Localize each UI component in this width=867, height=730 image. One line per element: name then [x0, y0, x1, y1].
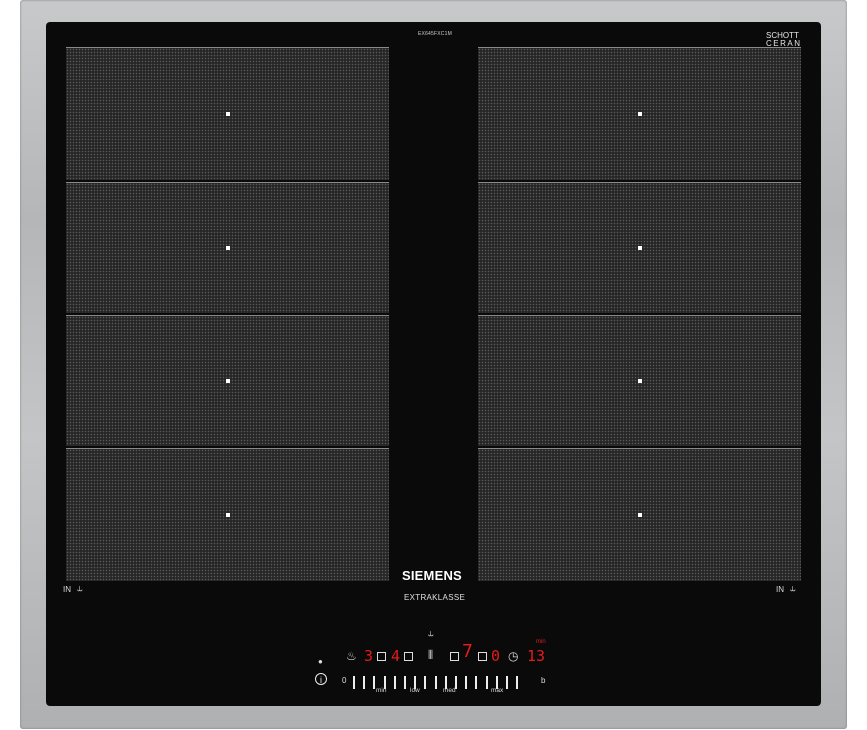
series-label: EXTRAKLASSE	[404, 593, 466, 602]
flex-icon: ⥿	[77, 583, 83, 594]
zone1-select-square[interactable]	[377, 652, 386, 661]
cooking-zone-left-3[interactable]	[66, 315, 389, 446]
zone-center-mark	[637, 112, 642, 116]
zone4-select-square[interactable]	[478, 652, 487, 661]
zone-center-mark	[225, 513, 230, 517]
slider-tick[interactable]	[434, 676, 437, 689]
zone4-level-display: 0	[491, 647, 501, 665]
zone-center-mark	[637, 379, 642, 383]
cooking-zone-left-2[interactable]	[66, 182, 389, 313]
info-button[interactable]: i	[315, 673, 327, 685]
zone3-select-square[interactable]	[450, 652, 459, 661]
slider-tick[interactable]	[506, 676, 508, 689]
zone-center-mark	[225, 246, 230, 250]
scale-label-min: min	[376, 687, 387, 694]
timer-unit-label: min	[536, 639, 546, 645]
timer-icon[interactable]: ◷	[508, 649, 518, 663]
brand-logo: SIEMENS	[402, 568, 462, 583]
zone-center-mark	[637, 246, 642, 250]
slider-tick[interactable]	[475, 676, 478, 689]
zone-bar-icon[interactable]: ⫴	[428, 648, 433, 663]
slider-tick[interactable]	[485, 676, 488, 689]
right-in-label: IN	[776, 585, 784, 594]
zone-center-mark	[225, 112, 230, 116]
slider-tick[interactable]	[353, 676, 355, 689]
schott-ceran-logo: SCHOTT CERAN	[766, 32, 802, 48]
cooking-zone-right-3[interactable]	[478, 315, 801, 446]
ceran-text: CERAN	[766, 39, 802, 48]
scale-label-med: med	[443, 687, 456, 694]
left-in-label: IN	[63, 585, 71, 594]
cooking-zone-left-1[interactable]	[66, 47, 389, 180]
scale-end-label: b	[541, 676, 546, 685]
zone-center-mark	[225, 379, 230, 383]
model-code: EX645FXC1M	[418, 31, 452, 37]
slider-tick[interactable]	[424, 676, 427, 689]
cooking-zone-right-1[interactable]	[478, 47, 801, 180]
zone1-level-display: 3	[364, 647, 374, 665]
zone2-select-square[interactable]	[404, 652, 413, 661]
cooking-zone-right-4[interactable]	[478, 448, 801, 581]
cooking-zone-right-2[interactable]	[478, 182, 801, 313]
zone-center-mark	[637, 513, 642, 517]
scale-label-low: low	[410, 687, 420, 694]
power-indicator-icon: ●	[318, 657, 323, 666]
slider-tick[interactable]	[516, 676, 519, 689]
scale-start-label: 0	[342, 676, 347, 685]
flex-zone-icon[interactable]: ⥿	[428, 628, 434, 639]
pan-icon[interactable]: ♨	[346, 649, 357, 663]
slider-tick[interactable]	[393, 676, 396, 689]
cooking-zone-left-4[interactable]	[66, 448, 389, 581]
flex-icon: ⥿	[790, 583, 796, 594]
timer-display: 13	[527, 647, 546, 665]
slider-tick[interactable]	[404, 676, 406, 689]
zone2-level-display: 4	[391, 647, 401, 665]
slider-tick[interactable]	[363, 676, 366, 689]
scale-label-max: max	[491, 687, 504, 694]
zone3-level-display: 7	[462, 641, 473, 662]
slider-tick[interactable]	[465, 676, 468, 689]
